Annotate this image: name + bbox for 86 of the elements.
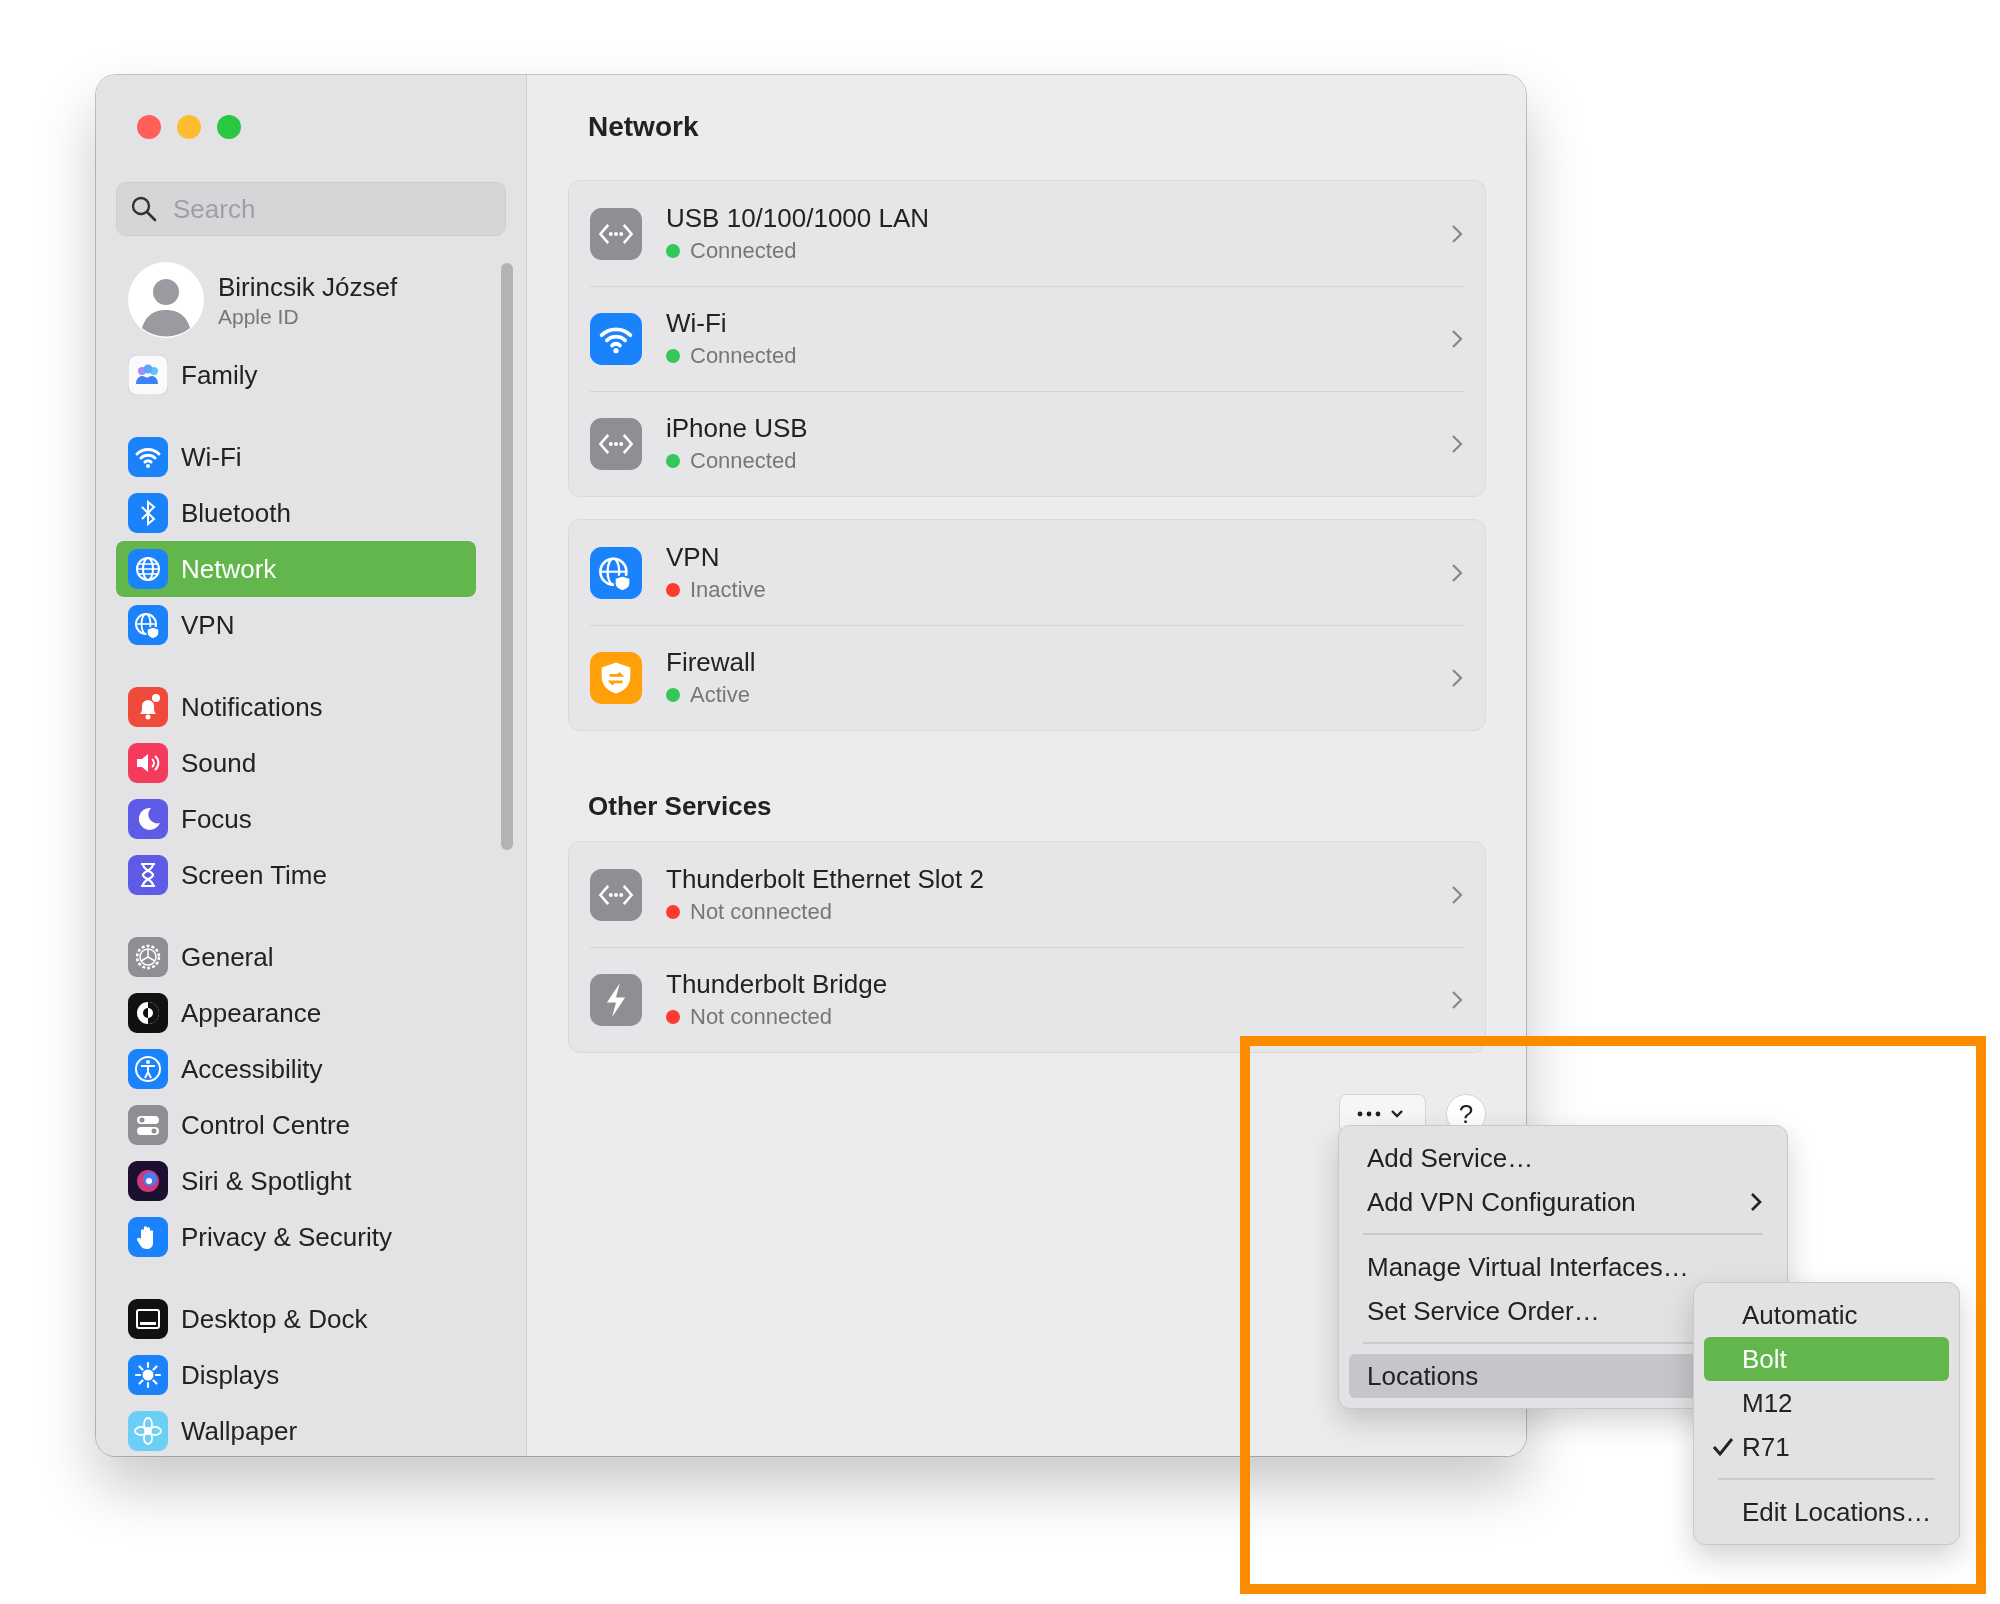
zoom-button[interactable] xyxy=(217,115,241,139)
sidebar-item[interactable]: Control Centre xyxy=(116,1097,476,1153)
brackets-icon xyxy=(590,868,642,921)
chevron-icon xyxy=(1450,222,1464,245)
sidebar-item[interactable]: Siri & Spotlight xyxy=(116,1153,476,1209)
sidebar-item[interactable]: Focus xyxy=(116,791,476,847)
globe-shield-icon xyxy=(590,546,642,599)
people-icon xyxy=(128,355,168,395)
hand-icon xyxy=(128,1217,168,1257)
sidebar-item[interactable]: Desktop & Dock xyxy=(116,1291,476,1347)
moon-icon xyxy=(128,799,168,839)
bell-icon xyxy=(128,687,168,727)
menu-item[interactable]: Automatic xyxy=(1704,1293,1949,1337)
menu-item[interactable]: Edit Locations… xyxy=(1704,1490,1949,1534)
toggle-icon xyxy=(128,1105,168,1145)
service-name: Thunderbolt Bridge xyxy=(666,969,889,1000)
sidebar-item[interactable]: Screen Time xyxy=(116,847,476,903)
service-name: VPN xyxy=(666,542,721,573)
hourglass-icon xyxy=(128,855,168,895)
contrast-icon xyxy=(128,993,168,1033)
gear-icon xyxy=(128,937,168,977)
avatar-icon[interactable] xyxy=(128,262,204,338)
speaker-icon xyxy=(128,743,168,783)
sidebar-item[interactable]: Appearance xyxy=(116,985,476,1041)
service-row[interactable]: Thunderbolt Bridge Not connected xyxy=(569,947,1485,1052)
brackets-icon xyxy=(590,207,642,260)
chevron-icon xyxy=(1450,432,1464,455)
sun-icon xyxy=(128,1355,168,1395)
sidebar-item[interactable]: VPN xyxy=(116,597,476,653)
service-row[interactable]: USB 10/100/1000 LAN Connected xyxy=(569,181,1485,286)
flower-icon xyxy=(128,1411,168,1451)
wifi-icon xyxy=(590,312,642,365)
service-row[interactable]: iPhone USB Connected xyxy=(569,391,1485,496)
section-heading: Other Services xyxy=(588,791,773,823)
service-row[interactable]: Thunderbolt Ethernet Slot 2 Not connected xyxy=(569,842,1485,947)
menu-item[interactable]: R71 xyxy=(1704,1425,1949,1469)
service-name: Wi-Fi xyxy=(666,308,728,339)
service-row[interactable]: VPN Inactive xyxy=(569,520,1485,625)
service-row[interactable]: Firewall Active xyxy=(569,625,1485,730)
chevron-icon xyxy=(1450,561,1464,584)
service-name: iPhone USB xyxy=(666,413,809,444)
accessibility-icon xyxy=(128,1049,168,1089)
scrollbar[interactable] xyxy=(501,263,513,850)
orb-icon xyxy=(128,1161,168,1201)
service-status: Active xyxy=(690,682,750,708)
service-row[interactable]: Wi-Fi Connected xyxy=(569,286,1485,391)
sidebar-item[interactable]: Wallpaper xyxy=(116,1403,476,1456)
service-name: Thunderbolt Ethernet Slot 2 xyxy=(666,864,985,895)
close-button[interactable] xyxy=(137,115,161,139)
account-name: Birincsik József xyxy=(218,271,398,303)
globe-icon xyxy=(128,549,168,589)
chevron-icon xyxy=(1450,327,1464,350)
sidebar-item[interactable]: Privacy & Security xyxy=(116,1209,476,1265)
sidebar-item[interactable]: Accessibility xyxy=(116,1041,476,1097)
globe-shield-icon xyxy=(128,605,168,645)
bluetooth-icon xyxy=(128,493,168,533)
brackets-icon xyxy=(590,417,642,470)
sidebar-item[interactable]: General xyxy=(116,929,476,985)
desktop-icon xyxy=(128,1299,168,1339)
chevron-icon xyxy=(1450,988,1464,1011)
service-status: Not connected xyxy=(690,1004,832,1030)
service-status: Connected xyxy=(690,238,797,264)
service-name: USB 10/100/1000 LAN xyxy=(666,203,931,234)
sidebar-item[interactable]: Family xyxy=(116,347,476,403)
account-subtitle: Apple ID xyxy=(218,304,300,329)
chevron-icon xyxy=(1450,666,1464,689)
service-status: Connected xyxy=(690,343,797,369)
wifi-icon xyxy=(128,437,168,477)
service-status: Inactive xyxy=(690,577,766,603)
chevron-icon xyxy=(1450,883,1464,906)
service-name: Firewall xyxy=(666,647,757,678)
service-status: Connected xyxy=(690,448,797,474)
service-status: Not connected xyxy=(690,899,832,925)
menu-item[interactable]: Add VPN Configuration xyxy=(1349,1180,1777,1224)
sidebar-item[interactable]: Bluetooth xyxy=(116,485,476,541)
search-icon xyxy=(130,195,158,223)
lightning-icon xyxy=(590,973,642,1026)
sidebar-item[interactable]: Sound xyxy=(116,735,476,791)
shield-icon xyxy=(590,651,642,704)
menu-item[interactable]: Add Service… xyxy=(1349,1136,1777,1180)
sidebar-item[interactable]: Wi-Fi xyxy=(116,429,476,485)
menu-item[interactable]: Manage Virtual Interfaces… xyxy=(1349,1245,1777,1289)
page-title: Network xyxy=(588,111,700,144)
sidebar-item[interactable]: Displays xyxy=(116,1347,476,1403)
sidebar-item[interactable]: Notifications xyxy=(116,679,476,735)
minimize-button[interactable] xyxy=(177,115,201,139)
